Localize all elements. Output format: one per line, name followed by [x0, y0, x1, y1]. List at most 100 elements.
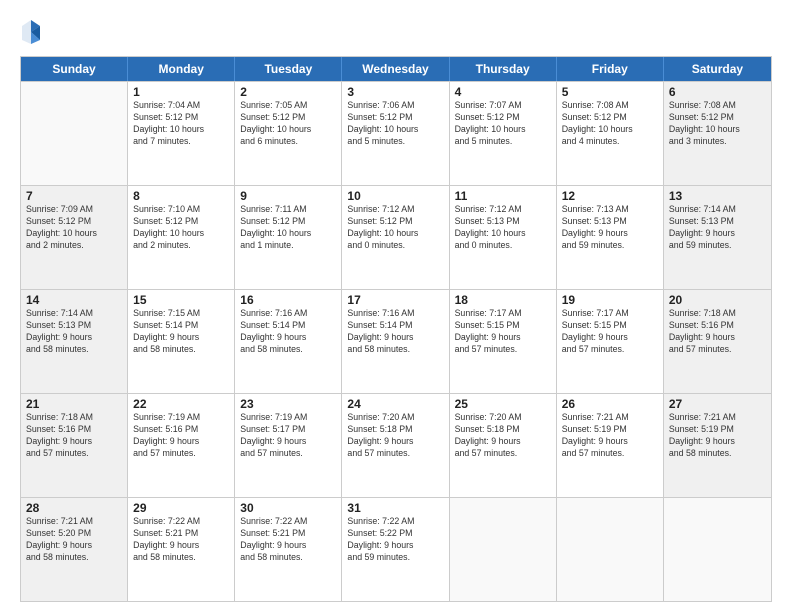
calendar-row-5: 28Sunrise: 7:21 AM Sunset: 5:20 PM Dayli…: [21, 497, 771, 601]
calendar-cell: 29Sunrise: 7:22 AM Sunset: 5:21 PM Dayli…: [128, 498, 235, 601]
day-number: 7: [26, 189, 123, 203]
header-day-thursday: Thursday: [450, 57, 557, 81]
header-day-sunday: Sunday: [21, 57, 128, 81]
day-number: 10: [347, 189, 444, 203]
header-day-saturday: Saturday: [664, 57, 771, 81]
calendar-cell: 9Sunrise: 7:11 AM Sunset: 5:12 PM Daylig…: [235, 186, 342, 289]
cell-info: Sunrise: 7:21 AM Sunset: 5:19 PM Dayligh…: [562, 412, 659, 460]
cell-info: Sunrise: 7:08 AM Sunset: 5:12 PM Dayligh…: [562, 100, 659, 148]
header: [20, 18, 772, 46]
day-number: 20: [669, 293, 767, 307]
header-day-tuesday: Tuesday: [235, 57, 342, 81]
cell-info: Sunrise: 7:12 AM Sunset: 5:13 PM Dayligh…: [455, 204, 552, 252]
calendar: SundayMondayTuesdayWednesdayThursdayFrid…: [20, 56, 772, 602]
cell-info: Sunrise: 7:06 AM Sunset: 5:12 PM Dayligh…: [347, 100, 444, 148]
day-number: 15: [133, 293, 230, 307]
cell-info: Sunrise: 7:20 AM Sunset: 5:18 PM Dayligh…: [455, 412, 552, 460]
logo: [20, 18, 46, 46]
calendar-cell: [557, 498, 664, 601]
day-number: 22: [133, 397, 230, 411]
calendar-row-2: 7Sunrise: 7:09 AM Sunset: 5:12 PM Daylig…: [21, 185, 771, 289]
day-number: 12: [562, 189, 659, 203]
calendar-header: SundayMondayTuesdayWednesdayThursdayFrid…: [21, 57, 771, 81]
calendar-cell: 17Sunrise: 7:16 AM Sunset: 5:14 PM Dayli…: [342, 290, 449, 393]
cell-info: Sunrise: 7:04 AM Sunset: 5:12 PM Dayligh…: [133, 100, 230, 148]
calendar-cell: 20Sunrise: 7:18 AM Sunset: 5:16 PM Dayli…: [664, 290, 771, 393]
cell-info: Sunrise: 7:16 AM Sunset: 5:14 PM Dayligh…: [240, 308, 337, 356]
calendar-cell: 3Sunrise: 7:06 AM Sunset: 5:12 PM Daylig…: [342, 82, 449, 185]
calendar-cell: 14Sunrise: 7:14 AM Sunset: 5:13 PM Dayli…: [21, 290, 128, 393]
day-number: 27: [669, 397, 767, 411]
cell-info: Sunrise: 7:16 AM Sunset: 5:14 PM Dayligh…: [347, 308, 444, 356]
calendar-cell: 24Sunrise: 7:20 AM Sunset: 5:18 PM Dayli…: [342, 394, 449, 497]
calendar-cell: 13Sunrise: 7:14 AM Sunset: 5:13 PM Dayli…: [664, 186, 771, 289]
calendar-cell: 27Sunrise: 7:21 AM Sunset: 5:19 PM Dayli…: [664, 394, 771, 497]
day-number: 4: [455, 85, 552, 99]
calendar-cell: [21, 82, 128, 185]
day-number: 5: [562, 85, 659, 99]
calendar-row-1: 1Sunrise: 7:04 AM Sunset: 5:12 PM Daylig…: [21, 81, 771, 185]
cell-info: Sunrise: 7:22 AM Sunset: 5:21 PM Dayligh…: [240, 516, 337, 564]
day-number: 25: [455, 397, 552, 411]
day-number: 17: [347, 293, 444, 307]
cell-info: Sunrise: 7:11 AM Sunset: 5:12 PM Dayligh…: [240, 204, 337, 252]
calendar-cell: 8Sunrise: 7:10 AM Sunset: 5:12 PM Daylig…: [128, 186, 235, 289]
day-number: 31: [347, 501, 444, 515]
day-number: 21: [26, 397, 123, 411]
calendar-cell: [450, 498, 557, 601]
day-number: 14: [26, 293, 123, 307]
calendar-row-3: 14Sunrise: 7:14 AM Sunset: 5:13 PM Dayli…: [21, 289, 771, 393]
calendar-cell: 26Sunrise: 7:21 AM Sunset: 5:19 PM Dayli…: [557, 394, 664, 497]
cell-info: Sunrise: 7:19 AM Sunset: 5:17 PM Dayligh…: [240, 412, 337, 460]
cell-info: Sunrise: 7:21 AM Sunset: 5:19 PM Dayligh…: [669, 412, 767, 460]
cell-info: Sunrise: 7:22 AM Sunset: 5:22 PM Dayligh…: [347, 516, 444, 564]
day-number: 13: [669, 189, 767, 203]
cell-info: Sunrise: 7:09 AM Sunset: 5:12 PM Dayligh…: [26, 204, 123, 252]
day-number: 6: [669, 85, 767, 99]
day-number: 9: [240, 189, 337, 203]
cell-info: Sunrise: 7:14 AM Sunset: 5:13 PM Dayligh…: [669, 204, 767, 252]
cell-info: Sunrise: 7:19 AM Sunset: 5:16 PM Dayligh…: [133, 412, 230, 460]
day-number: 18: [455, 293, 552, 307]
cell-info: Sunrise: 7:12 AM Sunset: 5:12 PM Dayligh…: [347, 204, 444, 252]
cell-info: Sunrise: 7:20 AM Sunset: 5:18 PM Dayligh…: [347, 412, 444, 460]
calendar-cell: 15Sunrise: 7:15 AM Sunset: 5:14 PM Dayli…: [128, 290, 235, 393]
calendar-cell: 21Sunrise: 7:18 AM Sunset: 5:16 PM Dayli…: [21, 394, 128, 497]
calendar-cell: 30Sunrise: 7:22 AM Sunset: 5:21 PM Dayli…: [235, 498, 342, 601]
calendar-cell: 31Sunrise: 7:22 AM Sunset: 5:22 PM Dayli…: [342, 498, 449, 601]
day-number: 8: [133, 189, 230, 203]
cell-info: Sunrise: 7:10 AM Sunset: 5:12 PM Dayligh…: [133, 204, 230, 252]
calendar-cell: 1Sunrise: 7:04 AM Sunset: 5:12 PM Daylig…: [128, 82, 235, 185]
calendar-cell: 7Sunrise: 7:09 AM Sunset: 5:12 PM Daylig…: [21, 186, 128, 289]
day-number: 29: [133, 501, 230, 515]
calendar-cell: 25Sunrise: 7:20 AM Sunset: 5:18 PM Dayli…: [450, 394, 557, 497]
day-number: 3: [347, 85, 444, 99]
cell-info: Sunrise: 7:18 AM Sunset: 5:16 PM Dayligh…: [26, 412, 123, 460]
cell-info: Sunrise: 7:18 AM Sunset: 5:16 PM Dayligh…: [669, 308, 767, 356]
cell-info: Sunrise: 7:05 AM Sunset: 5:12 PM Dayligh…: [240, 100, 337, 148]
day-number: 11: [455, 189, 552, 203]
calendar-cell: 6Sunrise: 7:08 AM Sunset: 5:12 PM Daylig…: [664, 82, 771, 185]
day-number: 19: [562, 293, 659, 307]
day-number: 16: [240, 293, 337, 307]
cell-info: Sunrise: 7:22 AM Sunset: 5:21 PM Dayligh…: [133, 516, 230, 564]
day-number: 2: [240, 85, 337, 99]
calendar-cell: 10Sunrise: 7:12 AM Sunset: 5:12 PM Dayli…: [342, 186, 449, 289]
cell-info: Sunrise: 7:08 AM Sunset: 5:12 PM Dayligh…: [669, 100, 767, 148]
day-number: 28: [26, 501, 123, 515]
calendar-row-4: 21Sunrise: 7:18 AM Sunset: 5:16 PM Dayli…: [21, 393, 771, 497]
calendar-cell: 2Sunrise: 7:05 AM Sunset: 5:12 PM Daylig…: [235, 82, 342, 185]
calendar-cell: 4Sunrise: 7:07 AM Sunset: 5:12 PM Daylig…: [450, 82, 557, 185]
logo-icon: [20, 18, 42, 46]
cell-info: Sunrise: 7:21 AM Sunset: 5:20 PM Dayligh…: [26, 516, 123, 564]
calendar-cell: 22Sunrise: 7:19 AM Sunset: 5:16 PM Dayli…: [128, 394, 235, 497]
cell-info: Sunrise: 7:17 AM Sunset: 5:15 PM Dayligh…: [562, 308, 659, 356]
cell-info: Sunrise: 7:15 AM Sunset: 5:14 PM Dayligh…: [133, 308, 230, 356]
calendar-cell: 16Sunrise: 7:16 AM Sunset: 5:14 PM Dayli…: [235, 290, 342, 393]
calendar-cell: 23Sunrise: 7:19 AM Sunset: 5:17 PM Dayli…: [235, 394, 342, 497]
calendar-cell: 28Sunrise: 7:21 AM Sunset: 5:20 PM Dayli…: [21, 498, 128, 601]
calendar-cell: [664, 498, 771, 601]
day-number: 26: [562, 397, 659, 411]
header-day-monday: Monday: [128, 57, 235, 81]
calendar-cell: 18Sunrise: 7:17 AM Sunset: 5:15 PM Dayli…: [450, 290, 557, 393]
